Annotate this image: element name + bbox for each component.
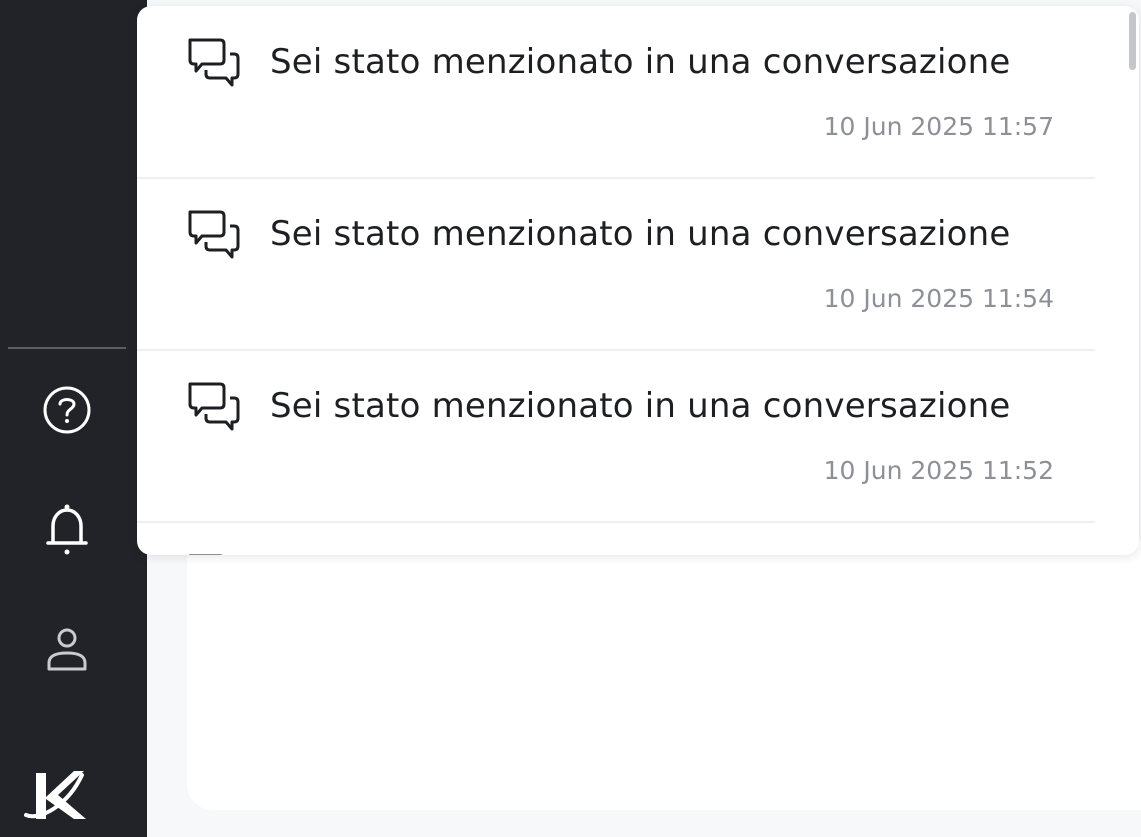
notifications-list[interactable]: Sei stato menzionato in una conversazion…	[137, 6, 1137, 555]
help-button[interactable]	[37, 380, 97, 440]
notification-title: Sei stato menzionato in una conversazion…	[270, 386, 1011, 426]
user-icon	[47, 628, 87, 671]
brand-logo[interactable]	[22, 765, 92, 827]
notification-title: Sei stato menzionato in una conversazion…	[270, 214, 1011, 254]
sidebar-divider	[8, 347, 126, 349]
notification-item[interactable]: Sei stato menzionato in una conversazion…	[137, 6, 1095, 179]
brand-logo-icon	[24, 771, 86, 819]
chat-bubbles-icon	[188, 38, 240, 87]
notification-timestamp: 10 Jun 2025 11:57	[823, 112, 1054, 141]
notification-item-partial[interactable]	[137, 522, 1095, 555]
notifications-panel: Sei stato menzionato in una conversazion…	[137, 6, 1139, 555]
notification-item[interactable]: Sei stato menzionato in una conversazion…	[137, 350, 1095, 523]
sidebar	[0, 0, 147, 837]
notification-item[interactable]: Sei stato menzionato in una conversazion…	[137, 178, 1095, 351]
chat-bubbles-icon	[188, 382, 240, 431]
profile-button[interactable]	[37, 620, 97, 680]
app-root: Sei stato menzionato in una conversazion…	[0, 0, 1141, 837]
notifications-button[interactable]	[37, 500, 97, 560]
help-circle-icon	[43, 386, 91, 434]
notification-timestamp: 10 Jun 2025 11:54	[823, 284, 1054, 313]
chat-bubbles-icon	[188, 554, 223, 555]
notification-timestamp: 10 Jun 2025 11:52	[823, 456, 1054, 485]
chat-bubbles-icon	[188, 210, 240, 259]
notification-title: Sei stato menzionato in una conversazion…	[270, 42, 1011, 82]
bell-icon	[46, 504, 88, 555]
main-content-card	[187, 540, 1141, 810]
scrollbar-thumb[interactable]	[1129, 12, 1136, 70]
